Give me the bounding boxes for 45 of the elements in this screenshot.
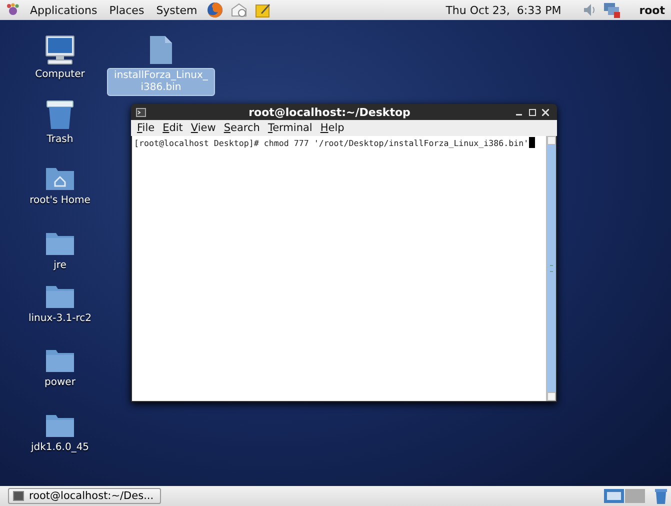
desktop-icon-label[interactable]: Trash (44, 133, 76, 147)
file-icon (149, 35, 173, 65)
home-folder-icon (45, 165, 75, 191)
menu-item[interactable]: Help (317, 122, 348, 134)
panel-menu[interactable]: Places (107, 4, 146, 16)
menu-item[interactable]: View (188, 122, 219, 134)
menu-item[interactable]: Edit (160, 122, 186, 134)
terminal-line: [root@localhost Desktop]# chmod 777 '/root/Desktop/installForza_Linux_i386.bin' (134, 138, 529, 148)
scrollbar[interactable] (546, 136, 556, 401)
network-icon[interactable] (603, 2, 622, 18)
folder-icon (45, 283, 75, 309)
panel-menu[interactable]: Applications (28, 4, 100, 16)
folder-icon (45, 347, 75, 373)
trash-applet-icon[interactable] (655, 488, 667, 504)
trash-icon (46, 100, 74, 130)
menu-item[interactable]: Search (220, 122, 263, 134)
menu-item[interactable]: Terminal (264, 122, 316, 134)
desktop-icon-label[interactable]: Computer (32, 68, 88, 82)
maximize-button[interactable] (526, 108, 539, 116)
close-icon (542, 108, 549, 116)
maximize-icon (529, 108, 536, 116)
computer-icon (44, 35, 76, 65)
close-button[interactable] (539, 108, 552, 116)
text-cursor (528, 137, 535, 148)
browser-launcher-icon[interactable] (207, 2, 224, 18)
terminal-icon (13, 491, 24, 501)
gnome-foot-icon[interactable] (6, 3, 20, 17)
taskbar-button[interactable]: root@localhost:~/Des... (8, 488, 161, 504)
notes-launcher-icon[interactable] (255, 2, 272, 18)
volume-icon[interactable] (583, 3, 596, 17)
mail-launcher-icon[interactable] (231, 2, 248, 18)
desktop-icon-label[interactable]: power (42, 376, 78, 390)
user-name[interactable]: root (639, 4, 665, 16)
clock[interactable]: Thu Oct 23, 6:33 PM (446, 4, 562, 16)
desktop-icon-label[interactable]: root's Home (26, 194, 94, 208)
menu-item[interactable]: File (134, 122, 158, 134)
window-title: root@localhost:~/Desktop (248, 106, 412, 118)
panel-menu[interactable]: System (154, 4, 200, 16)
desktop-icon-label[interactable]: jre (50, 259, 70, 273)
terminal-icon[interactable] (136, 108, 146, 116)
desktop-icon-label[interactable]: linux-3.1-rc2 (25, 312, 95, 326)
folder-icon (45, 230, 75, 256)
workspace-button[interactable] (604, 489, 624, 503)
folder-icon (45, 412, 75, 438)
desktop-icon-label[interactable]: jdk1.6.0_45 (28, 441, 92, 455)
